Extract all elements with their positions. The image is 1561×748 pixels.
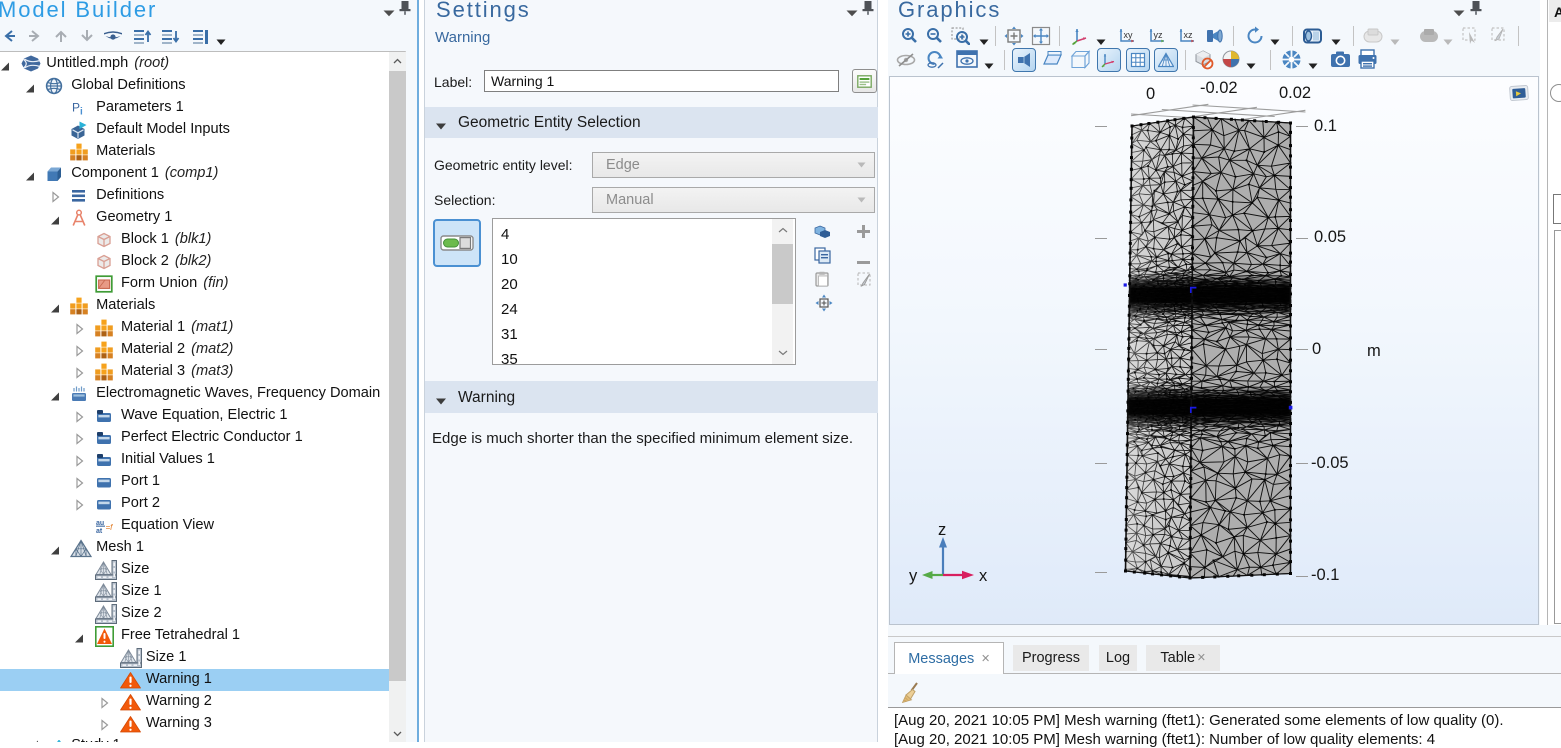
svg-text:z: z <box>938 521 946 539</box>
svg-text:yz: yz <box>1154 30 1164 40</box>
svg-text:P: P <box>72 101 80 115</box>
svg-text:=f: =f <box>105 523 113 532</box>
svg-text:y: y <box>909 567 918 585</box>
svg-text:i: i <box>80 107 83 118</box>
svg-text:at: at <box>96 528 103 535</box>
svg-text:xy: xy <box>1124 30 1134 40</box>
svg-text:x: x <box>979 567 988 585</box>
svg-text:xz: xz <box>1184 30 1194 40</box>
